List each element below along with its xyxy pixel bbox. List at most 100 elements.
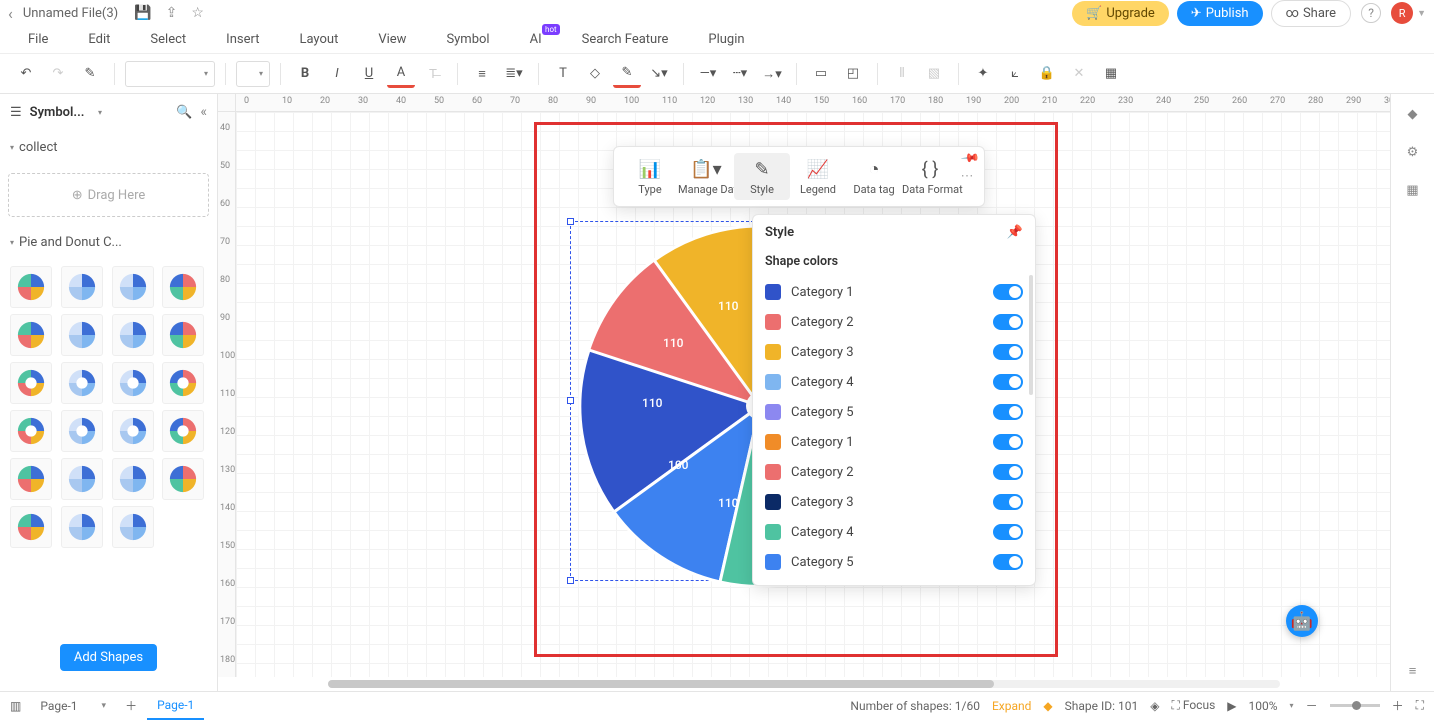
font-family-select[interactable]: ▾ <box>125 61 215 87</box>
redo-button[interactable]: ↷ <box>44 60 72 88</box>
shape-thumbnail[interactable] <box>61 410 103 452</box>
fill-panel-icon[interactable]: ◆ <box>1403 104 1423 124</box>
magic-button[interactable]: ✦ <box>969 60 997 88</box>
visibility-toggle[interactable] <box>993 344 1023 360</box>
zoom-label[interactable]: 100% <box>1249 699 1278 713</box>
color-swatch[interactable] <box>765 524 781 540</box>
menu-view[interactable]: View <box>358 32 426 47</box>
shape-thumbnail[interactable] <box>10 266 52 308</box>
line-end-button[interactable]: →▾ <box>758 60 786 88</box>
menu-insert[interactable]: Insert <box>206 32 279 47</box>
account-caret-icon[interactable]: ▼ <box>1417 8 1426 19</box>
shape-thumbnail[interactable] <box>61 362 103 404</box>
color-swatch[interactable] <box>765 494 781 510</box>
visibility-toggle[interactable] <box>993 404 1023 420</box>
visibility-toggle[interactable] <box>993 494 1023 510</box>
save-icon[interactable]: 💾 <box>134 5 151 21</box>
distribute-button[interactable]: ▧ <box>920 60 948 88</box>
shape-thumbnail[interactable] <box>10 458 52 500</box>
line-begin-button[interactable]: —▾ <box>694 60 722 88</box>
shape-thumbnail[interactable] <box>112 314 154 356</box>
fill-button[interactable]: ◇ <box>581 60 609 88</box>
layer-panel-icon[interactable]: ⚙ <box>1403 142 1423 162</box>
menu-select[interactable]: Select <box>130 32 206 47</box>
star-icon[interactable]: ☆ <box>191 5 204 21</box>
line-color-button[interactable]: ✎ <box>613 60 641 88</box>
focus-button[interactable]: ⛶ Focus <box>1171 698 1215 713</box>
color-swatch[interactable] <box>765 434 781 450</box>
font-color-button[interactable]: A <box>387 60 415 88</box>
visibility-toggle[interactable] <box>993 464 1023 480</box>
library-dropdown-icon[interactable]: ▾ <box>98 108 102 117</box>
line-dash-button[interactable]: ┄▾ <box>726 60 754 88</box>
color-swatch[interactable] <box>765 344 781 360</box>
section-collect[interactable]: ▾collect <box>10 136 207 159</box>
zoom-out-button[interactable]: － <box>1306 697 1318 714</box>
upgrade-button[interactable]: 🛒 Upgrade <box>1072 1 1169 26</box>
visibility-toggle[interactable] <box>993 524 1023 540</box>
assistant-bubble[interactable]: 🤖 <box>1286 605 1318 637</box>
page-tab[interactable]: Page-1 <box>147 692 204 720</box>
menu-layout[interactable]: Layout <box>279 32 358 47</box>
add-shapes-button[interactable]: Add Shapes <box>60 644 157 671</box>
data-format-button[interactable]: { }Data Format <box>902 153 958 200</box>
crop-button[interactable]: ⟀ <box>1001 60 1029 88</box>
shape-thumbnail[interactable] <box>10 362 52 404</box>
shape-thumbnail[interactable] <box>112 266 154 308</box>
menu-file[interactable]: File <box>8 32 68 47</box>
menu-ai[interactable]: AIhot <box>510 32 562 47</box>
shape-thumbnail[interactable] <box>162 266 204 308</box>
tools-button[interactable]: ✕ <box>1065 60 1093 88</box>
help-icon[interactable]: ? <box>1361 3 1381 23</box>
color-swatch[interactable] <box>765 464 781 480</box>
shape-thumbnail[interactable] <box>112 362 154 404</box>
manage-data-button[interactable]: 📋▾Manage Data <box>678 153 734 200</box>
share-button[interactable]: ∞ Share <box>1271 0 1352 27</box>
style-button[interactable]: ✎Style <box>734 153 790 200</box>
strikethrough-button[interactable]: T̶ <box>419 60 447 88</box>
grid-panel-icon[interactable]: ▦ <box>1403 180 1423 200</box>
shape-thumbnail[interactable] <box>162 362 204 404</box>
premium-icon[interactable]: ◆ <box>1043 699 1052 713</box>
menu-edit[interactable]: Edit <box>68 32 130 47</box>
shape-thumbnail[interactable] <box>10 314 52 356</box>
color-swatch[interactable] <box>765 314 781 330</box>
back-icon[interactable]: ‹ <box>8 4 13 23</box>
canvas[interactable]: 0102030405060708090100110120130140150160… <box>218 94 1390 691</box>
shape-thumbnail[interactable] <box>112 458 154 500</box>
data-tag-button[interactable]: ◔Data tag <box>846 153 902 200</box>
visibility-toggle[interactable] <box>993 284 1023 300</box>
shape-thumbnail[interactable] <box>10 506 52 548</box>
expand-link[interactable]: Expand <box>992 699 1031 713</box>
format-painter-button[interactable]: ✎ <box>76 60 104 88</box>
shape-thumbnail[interactable] <box>162 410 204 452</box>
menu-search-feature[interactable]: Search Feature <box>562 32 689 47</box>
color-swatch[interactable] <box>765 374 781 390</box>
add-page-button[interactable]: ＋ <box>125 697 137 714</box>
shape-thumbnail[interactable] <box>61 266 103 308</box>
line-style-button[interactable]: ↘▾ <box>645 60 673 88</box>
menu-plugin[interactable]: Plugin <box>688 32 764 47</box>
shape-thumbnail[interactable] <box>61 506 103 548</box>
shape-thumbnail[interactable] <box>61 314 103 356</box>
color-swatch[interactable] <box>765 404 781 420</box>
align-objects-button[interactable]: ⫴ <box>888 60 916 88</box>
search-icon[interactable]: 🔍 <box>176 105 192 120</box>
section-pie[interactable]: ▾Pie and Donut C... <box>10 231 207 254</box>
shape-thumbnail[interactable] <box>162 458 204 500</box>
color-swatch[interactable] <box>765 554 781 570</box>
publish-button[interactable]: ✈ Publish <box>1177 1 1263 26</box>
page-select[interactable]: Page-1▾ <box>31 696 115 716</box>
menu-symbol[interactable]: Symbol <box>426 32 509 47</box>
bold-button[interactable]: B <box>291 60 319 88</box>
radius-button[interactable]: ◰ <box>839 60 867 88</box>
collapse-sidebar-icon[interactable]: « <box>200 104 207 120</box>
canvas-h-scrollbar[interactable] <box>218 677 1390 691</box>
legend-button[interactable]: 📈Legend <box>790 153 846 200</box>
table-button[interactable]: ▦ <box>1097 60 1125 88</box>
visibility-toggle[interactable] <box>993 374 1023 390</box>
shape-thumbnail[interactable] <box>61 458 103 500</box>
visibility-toggle[interactable] <box>993 554 1023 570</box>
export-icon[interactable]: ⇪ <box>166 5 178 21</box>
avatar[interactable]: R <box>1391 2 1413 24</box>
